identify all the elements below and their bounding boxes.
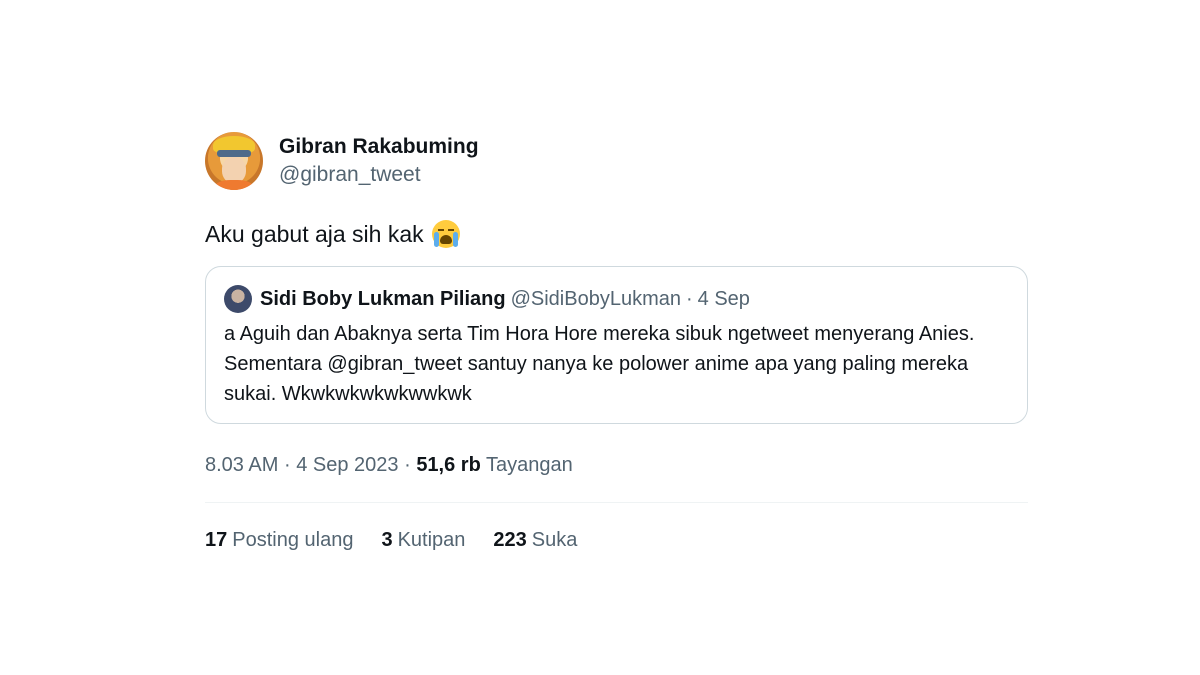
quoted-tweet-header: Sidi Boby Lukman Piliang @SidiBobyLukman…: [224, 285, 1009, 313]
tweet-time[interactable]: 8.03 AM: [205, 454, 278, 476]
engagement-stats: 17 Posting ulang 3 Kutipan 223 Suka: [205, 529, 1028, 552]
meta-separator: ·: [283, 454, 291, 476]
author-display-name[interactable]: Gibran Rakabuming: [279, 133, 479, 161]
views-count: 51,6 rb: [416, 454, 481, 476]
quoted-body: a Aguih dan Abaknya serta Tim Hora Hore …: [224, 323, 975, 405]
tweet-text-content: Aku gabut aja sih kak: [205, 221, 424, 247]
meta-separator: ·: [404, 454, 411, 476]
tweet-date[interactable]: 4 Sep 2023: [296, 454, 398, 476]
author-names: Gibran Rakabuming @gibran_tweet: [279, 133, 479, 189]
tweet: Gibran Rakabuming @gibran_tweet Aku gabu…: [205, 130, 1028, 552]
loudly-crying-face-icon: [431, 220, 460, 248]
reposts-count: 17: [205, 529, 228, 551]
quoted-display-name[interactable]: Sidi Boby Lukman Piliang: [260, 286, 506, 312]
quoted-avatar[interactable]: [224, 285, 252, 313]
quoted-separator: ·: [685, 288, 693, 310]
tweet-author: Gibran Rakabuming @gibran_tweet: [205, 130, 1028, 192]
quotes-label: Kutipan: [397, 529, 466, 551]
likes-label: Suka: [531, 529, 578, 551]
likes-count: 223: [493, 529, 527, 551]
reposts-stat[interactable]: 17 Posting ulang: [205, 529, 353, 552]
divider: [205, 502, 1028, 503]
tweet-meta: 8.03 AM · 4 Sep 2023 · 51,6 rb Tayangan: [205, 452, 1028, 478]
quoted-handle[interactable]: @SidiBobyLukman: [511, 286, 681, 312]
likes-stat[interactable]: 223 Suka: [493, 529, 577, 552]
quoted-time[interactable]: 4 Sep: [698, 286, 750, 312]
quotes-stat[interactable]: 3 Kutipan: [381, 529, 465, 552]
views-label: Tayangan: [486, 454, 573, 476]
quoted-tweet[interactable]: Sidi Boby Lukman Piliang @SidiBobyLukman…: [205, 266, 1028, 424]
tweet-text: Aku gabut aja sih kak: [205, 218, 1028, 250]
author-handle[interactable]: @gibran_tweet: [279, 161, 479, 189]
reposts-label: Posting ulang: [232, 529, 354, 551]
avatar[interactable]: [205, 132, 263, 190]
quotes-count: 3: [381, 529, 393, 551]
